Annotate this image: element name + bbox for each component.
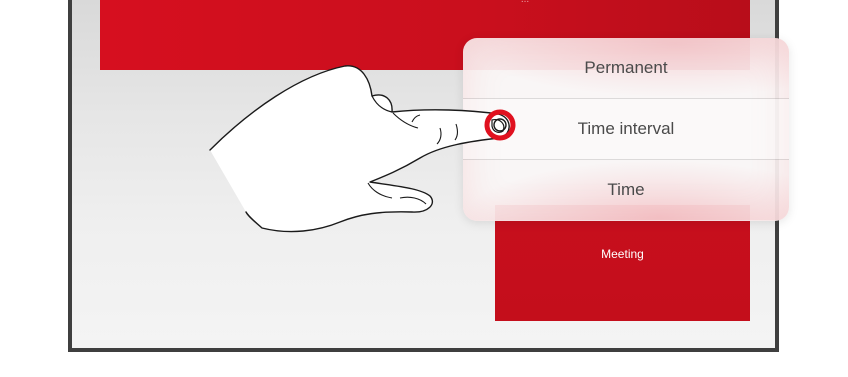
menu-item-time-interval[interactable]: Time interval [463,99,789,159]
duration-options-menu: Permanent Time interval Time [463,38,789,221]
tap-hint-dots-icon [421,114,431,123]
meeting-tile[interactable]: Meeting [495,205,750,321]
banner-caption: ... [505,0,545,8]
menu-item-permanent[interactable]: Permanent [463,38,789,98]
meeting-label: Meeting [601,247,644,261]
tutorial-stage: ... Meeting Permanent Time interval Time [0,0,848,377]
menu-item-time[interactable]: Time [463,160,789,220]
